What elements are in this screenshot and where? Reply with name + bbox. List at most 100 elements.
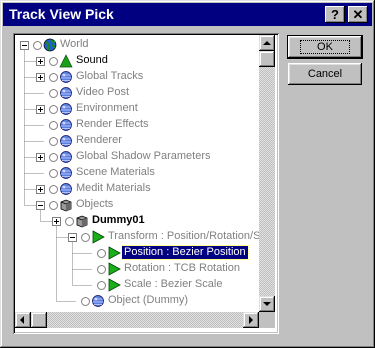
box-icon: [59, 198, 73, 212]
help-button[interactable]: ?: [325, 6, 345, 23]
ok-button-label: OK: [300, 40, 350, 54]
track-view-pick-dialog: Track View Pick ? ✕ World Sound Global Tra…: [0, 0, 375, 348]
tree-node[interactable]: Objects: [15, 197, 259, 213]
expand-icon[interactable]: [52, 217, 61, 226]
tree-node[interactable]: Position : Bezier Position: [15, 245, 259, 261]
tree-node[interactable]: Scale : Bezier Scale: [15, 277, 259, 293]
cone-icon: [59, 54, 73, 68]
box-icon: [75, 214, 89, 228]
node-state-circle-icon: [97, 281, 106, 290]
vertical-scrollbar[interactable]: [259, 35, 275, 312]
tree-node-label: Render Effects: [76, 118, 149, 130]
node-state-circle-icon: [97, 265, 106, 274]
tree-node[interactable]: Global Shadow Parameters: [15, 149, 259, 165]
node-state-circle-icon: [49, 201, 58, 210]
node-state-circle-icon: [49, 169, 58, 178]
tree-node-label: Rotation : TCB Rotation: [124, 262, 240, 274]
left-arrow-icon: [20, 316, 24, 324]
scroll-right-button[interactable]: [243, 312, 259, 328]
scrollbar-corner: [259, 312, 275, 328]
tree-node[interactable]: Environment: [15, 101, 259, 117]
tree-node-label: Sound: [76, 54, 108, 66]
tree-node-label: Global Shadow Parameters: [76, 150, 211, 162]
horizontal-scrollbar[interactable]: [15, 312, 259, 328]
close-button[interactable]: ✕: [348, 6, 368, 23]
scroll-left-button[interactable]: [15, 312, 31, 328]
node-state-circle-icon: [65, 217, 74, 226]
node-state-circle-icon: [49, 105, 58, 114]
tree-node-label: Transform : Position/Rotation/Scale: [108, 230, 259, 242]
sphere-icon: [59, 102, 73, 116]
node-state-circle-icon: [49, 73, 58, 82]
tree-node[interactable]: Video Post: [15, 85, 259, 101]
node-state-circle-icon: [81, 297, 90, 306]
triangle-icon: [107, 246, 121, 260]
scroll-up-button[interactable]: [259, 35, 275, 51]
tree-node-label: Position : Bezier Position: [121, 245, 249, 260]
sphere-icon: [59, 134, 73, 148]
tree-node-label: Scale : Bezier Scale: [124, 278, 223, 290]
expand-icon[interactable]: [36, 185, 45, 194]
sphere-icon: [91, 294, 105, 308]
triangle-icon: [107, 262, 121, 276]
sphere-icon: [59, 70, 73, 84]
horizontal-scroll-thumb[interactable]: [31, 312, 47, 328]
node-state-circle-icon: [49, 89, 58, 98]
tree-node[interactable]: Medit Materials: [15, 181, 259, 197]
tree-node-label: Global Tracks: [76, 70, 144, 82]
expand-icon[interactable]: [36, 105, 45, 114]
node-state-circle-icon: [97, 249, 106, 258]
node-state-circle-icon: [49, 153, 58, 162]
tree-node-label: World: [60, 38, 89, 50]
collapse-icon[interactable]: [36, 201, 45, 210]
tree-node-label: Dummy01: [92, 214, 145, 226]
triangle-icon: [107, 278, 121, 292]
window-title: Track View Pick: [9, 6, 114, 22]
tree-node[interactable]: Dummy01: [15, 213, 259, 229]
expand-icon[interactable]: [36, 57, 45, 66]
right-arrow-icon: [249, 316, 253, 324]
sphere-icon: [59, 118, 73, 132]
cancel-button[interactable]: Cancel: [288, 63, 362, 85]
node-state-circle-icon: [81, 233, 90, 242]
tree-node[interactable]: Rotation : TCB Rotation: [15, 261, 259, 277]
node-state-circle-icon: [33, 41, 42, 50]
tree-node[interactable]: Transform : Position/Rotation/Scale: [15, 229, 259, 245]
node-state-circle-icon: [49, 137, 58, 146]
tree-node[interactable]: World: [15, 37, 259, 53]
tree-node-label: Video Post: [76, 86, 130, 98]
triangle-icon: [91, 230, 105, 244]
tree-node-label: Renderer: [76, 134, 122, 146]
node-state-circle-icon: [49, 57, 58, 66]
up-arrow-icon: [263, 41, 271, 45]
sphere-icon: [59, 166, 73, 180]
vertical-scroll-thumb[interactable]: [259, 51, 275, 67]
ok-button[interactable]: OK: [287, 35, 363, 59]
tree-node[interactable]: Object (Dummy): [15, 293, 259, 309]
sphere-icon: [59, 86, 73, 100]
tree-node[interactable]: Renderer: [15, 133, 259, 149]
tree-node[interactable]: Global Tracks: [15, 69, 259, 85]
expand-icon[interactable]: [36, 73, 45, 82]
collapse-icon[interactable]: [68, 233, 77, 242]
tree-node-label: Medit Materials: [76, 182, 151, 194]
tree-node-label: Object (Dummy): [108, 294, 189, 306]
sphere-icon: [59, 150, 73, 164]
down-arrow-icon: [263, 302, 271, 306]
tree-node-label: Environment: [76, 102, 138, 114]
expand-icon[interactable]: [36, 153, 45, 162]
track-tree-view[interactable]: World Sound Global Tracks Video Post Environ…: [13, 33, 279, 334]
tree-node[interactable]: Scene Materials: [15, 165, 259, 181]
tree-node[interactable]: Render Effects: [15, 117, 259, 133]
tree-node[interactable]: Sound: [15, 53, 259, 69]
sphere-icon: [59, 182, 73, 196]
title-bar[interactable]: Track View Pick ? ✕: [3, 3, 372, 26]
scroll-down-button[interactable]: [259, 296, 275, 312]
tree-node-label: Objects: [76, 198, 114, 210]
tree-node-label: Scene Materials: [76, 166, 155, 178]
node-state-circle-icon: [49, 185, 58, 194]
collapse-icon[interactable]: [20, 41, 29, 50]
globe-icon: [43, 38, 57, 52]
tree-content: World Sound Global Tracks Video Post Environ…: [15, 35, 259, 312]
node-state-circle-icon: [49, 121, 58, 130]
